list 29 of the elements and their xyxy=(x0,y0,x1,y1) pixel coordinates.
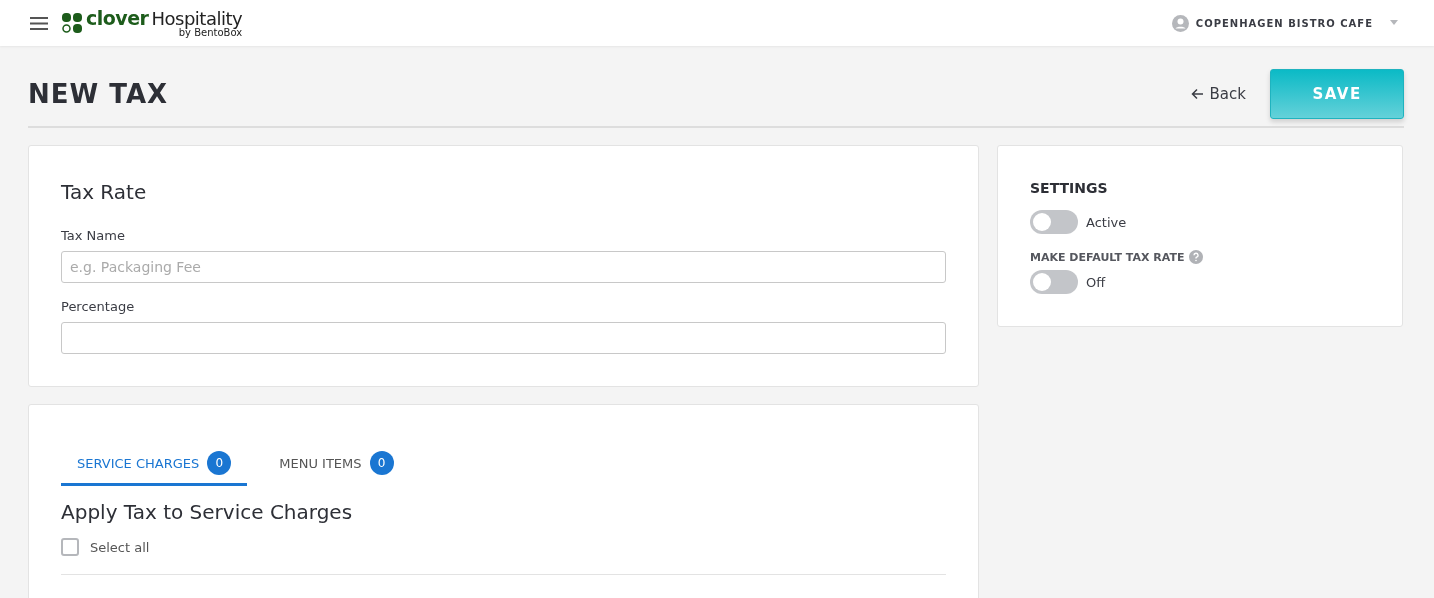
user-avatar-icon[interactable] xyxy=(1171,14,1189,32)
checkbox[interactable] xyxy=(61,538,79,556)
toggle-label: Off xyxy=(1086,274,1106,290)
count-badge: 0 xyxy=(207,451,232,475)
account-name[interactable]: COPENHAGEN BISTRO CAFE xyxy=(1195,17,1373,29)
settings-title: SETTINGS xyxy=(1030,180,1109,196)
clover-logo-icon xyxy=(62,13,82,33)
arrow-left-icon xyxy=(1190,88,1204,100)
logo-byline: by BentoBox xyxy=(178,27,243,38)
checkbox-label: Select all xyxy=(90,539,150,555)
tab[interactable]: SERVICE CHARGES 0 xyxy=(61,447,248,486)
toggle-switch[interactable] xyxy=(1030,210,1078,234)
text-field[interactable] xyxy=(61,322,946,354)
field-label: Percentage xyxy=(61,299,136,314)
product-name: Hospitality xyxy=(151,9,243,28)
menu-icon[interactable] xyxy=(30,16,48,30)
brand-name: clover xyxy=(86,8,149,28)
section-title: Apply Tax to Service Charges xyxy=(61,500,354,524)
text-field[interactable]: e.g. Packaging Fee xyxy=(61,251,946,283)
back-link[interactable]: Back xyxy=(1190,85,1246,103)
field-label: Tax Name xyxy=(61,228,126,243)
page-title: NEW TAX xyxy=(28,79,169,109)
help-icon[interactable] xyxy=(1189,250,1204,264)
card-title: Tax Rate xyxy=(61,180,148,204)
count-badge: 0 xyxy=(369,451,394,475)
toggle-label: Active xyxy=(1086,214,1127,230)
tab[interactable]: MENU ITEMS 0 xyxy=(263,447,410,486)
setting-heading: MAKE DEFAULT TAX RATE xyxy=(1030,250,1185,264)
toggle-switch[interactable] xyxy=(1030,270,1078,294)
